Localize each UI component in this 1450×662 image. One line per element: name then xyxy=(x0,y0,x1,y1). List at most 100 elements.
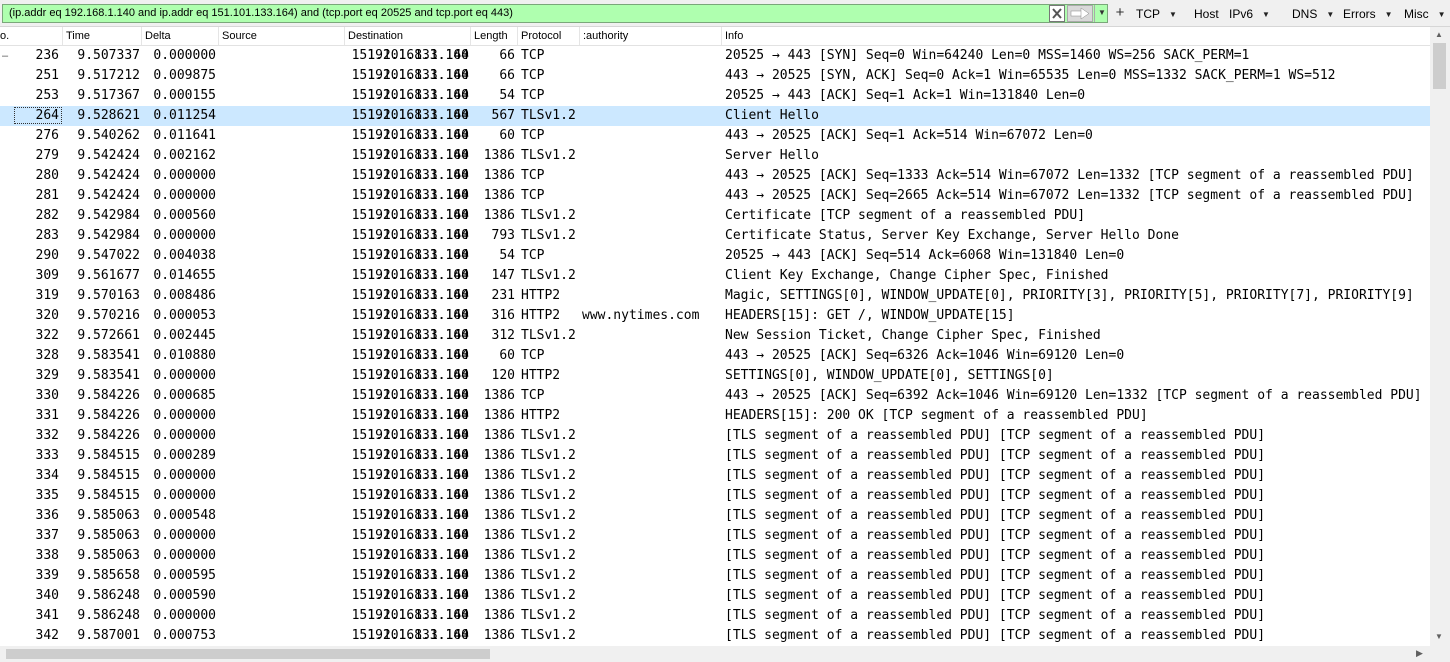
cell-authority xyxy=(582,346,721,366)
cell-info: [TLS segment of a reassembled PDU] [TCP … xyxy=(725,588,1266,603)
packet-row[interactable]: 338 9.585063 0.000000 151.101.133.164 192.16… xyxy=(0,546,1430,566)
packet-row[interactable]: 251 9.517212 0.009875 151.101.133.164 192.16… xyxy=(0,66,1430,86)
column-header-info[interactable]: Info xyxy=(722,27,1430,45)
apply-filter-button[interactable] xyxy=(1067,5,1093,22)
filter-button-errors[interactable]: Errors ▼ xyxy=(1343,6,1393,22)
cell-destination: 192.168.1.140 xyxy=(367,208,469,223)
cell-delta: 0.000000 xyxy=(153,48,216,63)
horizontal-scrollbar[interactable]: ▶ xyxy=(0,646,1450,662)
cell-no: 334 xyxy=(35,468,59,483)
packet-row[interactable]: 339 9.585658 0.000595 151.101.133.164 192.16… xyxy=(0,566,1430,586)
packet-row[interactable]: 280 9.542424 0.000000 151.101.133.164 192.16… xyxy=(0,166,1430,186)
packet-row[interactable]: 276 9.540262 0.011641 151.101.133.164 192.16… xyxy=(0,126,1430,146)
cell-length: 1386 xyxy=(483,608,515,623)
packet-row[interactable]: 337 9.585063 0.000000 151.101.133.164 192.16… xyxy=(0,526,1430,546)
cell-delta: 0.004038 xyxy=(153,248,216,263)
column-header-delta[interactable]: Delta xyxy=(142,27,219,45)
packet-row[interactable]: 290 9.547022 0.004038 192.168.1.140 151.101.… xyxy=(0,246,1430,266)
cell-length: 1386 xyxy=(483,588,515,603)
packet-row[interactable]: 309 9.561677 0.014655 192.168.1.140 151.101.… xyxy=(0,266,1430,286)
filter-button-ipv6[interactable]: IPv6 ▼ xyxy=(1229,6,1270,22)
packet-row[interactable]: 282 9.542984 0.000560 151.101.133.164 192.16… xyxy=(0,206,1430,226)
packet-row[interactable]: 336 9.585063 0.000548 151.101.133.164 192.16… xyxy=(0,506,1430,526)
vertical-scroll-thumb[interactable] xyxy=(1433,43,1446,89)
cell-info: 20525 → 443 [ACK] Seq=1 Ack=1 Win=131840… xyxy=(725,88,1086,103)
filter-button-dns[interactable]: DNS ▼ xyxy=(1292,6,1334,22)
cell-protocol: TLSv1.2 xyxy=(521,548,576,563)
column-header-no[interactable]: o. xyxy=(0,27,63,45)
horizontal-scroll-thumb[interactable] xyxy=(6,649,490,659)
packet-row[interactable]: 335 9.584515 0.000000 151.101.133.164 192.16… xyxy=(0,486,1430,506)
column-header-source[interactable]: Source xyxy=(219,27,345,45)
packet-row[interactable]: 253 9.517367 0.000155 192.168.1.140 151.101.… xyxy=(0,86,1430,106)
cell-time: 9.584515 xyxy=(77,488,140,503)
cell-info: HEADERS[15]: GET /, WINDOW_UPDATE[15] xyxy=(725,308,1015,323)
clear-filter-button[interactable] xyxy=(1049,5,1065,22)
cell-info: [TLS segment of a reassembled PDU] [TCP … xyxy=(725,568,1266,583)
filter-button-tcp[interactable]: TCP ▼ xyxy=(1136,6,1177,22)
packet-row[interactable]: 330 9.584226 0.000685 151.101.133.164 192.16… xyxy=(0,386,1430,406)
add-filter-button-button[interactable]: + xyxy=(1113,5,1127,22)
filter-button-host[interactable]: Host xyxy=(1194,6,1219,22)
packet-row[interactable]: –236 9.507337 0.000000 192.168.1.140 151.101… xyxy=(0,46,1430,66)
scroll-up-icon[interactable]: ▲ xyxy=(1435,30,1443,39)
cell-length: 147 xyxy=(491,268,515,283)
cell-info: [TLS segment of a reassembled PDU] [TCP … xyxy=(725,448,1266,463)
cell-protocol: TCP xyxy=(521,48,545,63)
filter-button-misc[interactable]: Misc ▼ xyxy=(1404,6,1446,22)
packet-row[interactable]: 340 9.586248 0.000590 151.101.133.164 192.16… xyxy=(0,586,1430,606)
clear-x-icon xyxy=(1052,8,1062,19)
cell-length: 60 xyxy=(499,348,515,363)
packet-row[interactable]: 279 9.542424 0.002162 151.101.133.164 192.16… xyxy=(0,146,1430,166)
cell-protocol: HTTP2 xyxy=(521,368,561,383)
packet-row[interactable]: 283 9.542984 0.000000 151.101.133.164 192.16… xyxy=(0,226,1430,246)
cell-delta: 0.000053 xyxy=(153,308,216,323)
cell-delta: 0.000000 xyxy=(153,468,216,483)
packet-row[interactable]: 322 9.572661 0.002445 151.101.133.164 192.16… xyxy=(0,326,1430,346)
packet-row[interactable]: 264 9.528621 0.011254 192.168.1.140 151.101.… xyxy=(0,106,1430,126)
packet-row[interactable]: 319 9.570163 0.008486 192.168.1.140 151.101.… xyxy=(0,286,1430,306)
cell-authority xyxy=(582,426,721,446)
column-header-time[interactable]: Time xyxy=(63,27,142,45)
packet-row[interactable]: 334 9.584515 0.000000 151.101.133.164 192.16… xyxy=(0,466,1430,486)
cell-protocol: HTTP2 xyxy=(521,288,561,303)
cell-no: 309 xyxy=(35,268,59,283)
column-header-destination[interactable]: Destination xyxy=(345,27,471,45)
cell-info: SETTINGS[0], WINDOW_UPDATE[0], SETTINGS[… xyxy=(725,368,1054,383)
vertical-scrollbar[interactable]: ▲ ▼ xyxy=(1430,27,1450,646)
packet-row[interactable]: 281 9.542424 0.000000 151.101.133.164 192.16… xyxy=(0,186,1430,206)
packet-row[interactable]: 341 9.586248 0.000000 151.101.133.164 192.16… xyxy=(0,606,1430,626)
cell-no: 329 xyxy=(35,368,59,383)
column-header-protocol[interactable]: Protocol xyxy=(518,27,580,45)
cell-protocol: TLSv1.2 xyxy=(521,528,576,543)
display-filter-input[interactable]: (ip.addr eq 192.168.1.140 and ip.addr eq… xyxy=(2,4,1108,23)
column-header-length[interactable]: Length xyxy=(471,27,518,45)
filter-history-dropdown[interactable]: ▼ xyxy=(1094,5,1108,22)
cell-delta: 0.011641 xyxy=(153,128,216,143)
scroll-down-icon[interactable]: ▼ xyxy=(1435,632,1443,641)
packet-row[interactable]: 320 9.570216 0.000053 192.168.1.140 151.101.… xyxy=(0,306,1430,326)
packet-row[interactable]: 342 9.587001 0.000753 151.101.133.164 192.16… xyxy=(0,626,1430,646)
scroll-right-icon[interactable]: ▶ xyxy=(1416,648,1423,659)
cell-protocol: TLSv1.2 xyxy=(521,428,576,443)
chevron-down-icon: ▼ xyxy=(1384,10,1393,19)
cell-delta: 0.000000 xyxy=(153,608,216,623)
cell-destination: 192.168.1.140 xyxy=(367,348,469,363)
cell-protocol: TLSv1.2 xyxy=(521,108,576,123)
packet-row[interactable]: 331 9.584226 0.000000 151.101.133.164 192.16… xyxy=(0,406,1430,426)
packet-list-header: o. Time Delta Source Destination Length … xyxy=(0,27,1430,46)
packet-row[interactable]: 333 9.584515 0.000289 151.101.133.164 192.16… xyxy=(0,446,1430,466)
cell-destination: 192.168.1.140 xyxy=(367,628,469,643)
cell-no: 332 xyxy=(35,428,59,443)
cell-time: 9.585063 xyxy=(77,548,140,563)
packet-row[interactable]: 328 9.583541 0.010880 151.101.133.164 192.16… xyxy=(0,346,1430,366)
cell-no: 320 xyxy=(35,308,59,323)
cell-time: 9.586248 xyxy=(77,608,140,623)
packet-row[interactable]: 329 9.583541 0.000000 151.101.133.164 192.16… xyxy=(0,366,1430,386)
column-header-authority[interactable]: :authority xyxy=(580,27,722,45)
cell-time: 9.584226 xyxy=(77,388,140,403)
cell-no: 335 xyxy=(35,488,59,503)
packet-row[interactable]: 332 9.584226 0.000000 151.101.133.164 192.16… xyxy=(0,426,1430,446)
cell-length: 1386 xyxy=(483,628,515,643)
chevron-down-icon: ▼ xyxy=(1437,10,1446,19)
